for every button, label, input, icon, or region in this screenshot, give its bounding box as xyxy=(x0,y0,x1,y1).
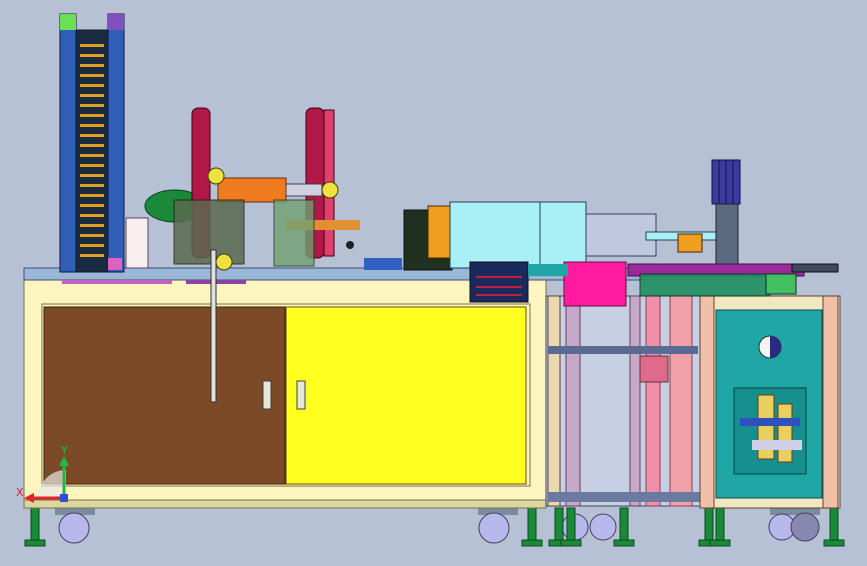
door-handle-right xyxy=(296,380,306,410)
cabinet-door-right xyxy=(285,306,527,485)
y-axis-label: Y xyxy=(60,444,68,457)
leveling-feet xyxy=(24,507,845,547)
cad-viewport[interactable]: Y X xyxy=(0,0,867,562)
main-cabinet xyxy=(23,279,547,509)
middle-rack xyxy=(545,295,704,507)
z-axis-marker xyxy=(60,494,68,502)
cabinet-door-left xyxy=(43,306,286,485)
machine-drawing: Y X xyxy=(16,13,845,547)
x-axis-label: X xyxy=(16,486,24,499)
door-handle-left xyxy=(262,380,272,410)
magenta-block xyxy=(563,261,627,307)
magazine-tower xyxy=(59,13,125,273)
control-cabinet xyxy=(699,295,841,509)
